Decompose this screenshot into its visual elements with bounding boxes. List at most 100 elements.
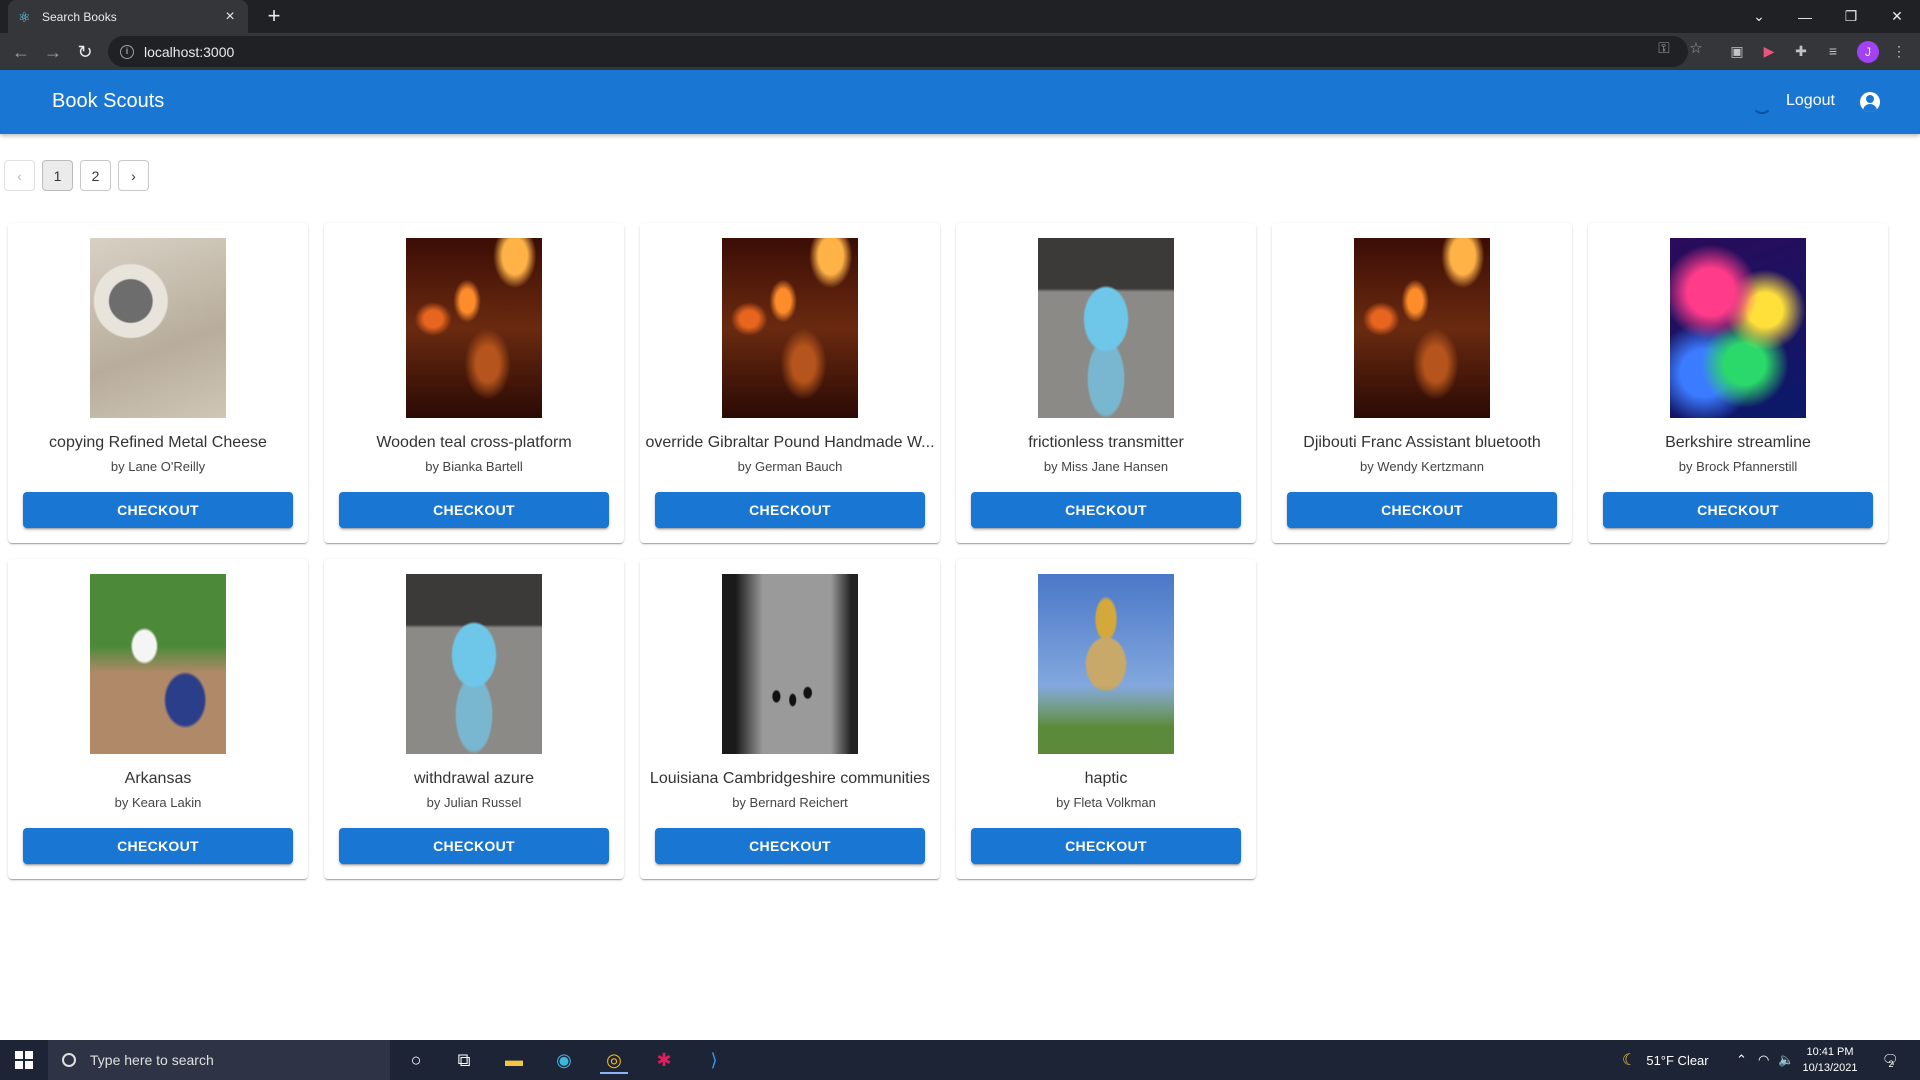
vscode-icon[interactable]: ⟩ [700,1046,728,1074]
book-card: override Gibraltar Pound Handmade W... b… [640,223,940,543]
book-card: Louisiana Cambridgeshire communities by … [640,559,940,879]
book-author: by Fleta Volkman [1056,795,1156,810]
book-title: Wooden teal cross-platform [376,434,572,451]
app-bar: Book Scouts Logout [0,70,1920,134]
volume-icon[interactable]: 🔈 [1778,1040,1794,1080]
url-text: localhost:3000 [144,43,235,60]
windows-logo-icon [15,1051,33,1069]
page-button-1[interactable]: 1 [42,160,73,191]
system-clock[interactable]: 10:41 PM 10/13/2021 [1795,1044,1865,1076]
book-cover [1354,238,1490,418]
tray-chevron-icon[interactable]: ⌃ [1736,1040,1747,1080]
logout-button[interactable]: Logout [1780,90,1841,112]
book-cover [722,238,858,418]
book-cover [1038,574,1174,754]
book-card: Arkansas by Keara Lakin CHECKOUT [8,559,308,879]
puzzle-icon[interactable]: ✚ [1791,41,1811,61]
file-explorer-icon[interactable]: ▬ [500,1046,528,1074]
checkout-button[interactable]: CHECKOUT [23,828,293,864]
start-button[interactable] [0,1040,48,1080]
network-icon[interactable]: ◠ [1758,1040,1769,1080]
checkout-button[interactable]: CHECKOUT [971,492,1241,528]
book-card: withdrawal azure by Julian Russel CHECKO… [324,559,624,879]
book-cover [1038,238,1174,418]
bookmark-star-icon[interactable]: ☆ [1686,39,1706,59]
tab-title: Search Books [42,9,117,24]
reading-list-icon[interactable]: ≡ [1823,41,1843,61]
search-icon [62,1053,76,1067]
notification-icon[interactable]: 🗨 2 [1882,1040,1899,1080]
tab-search-icon[interactable]: ⌄ [1736,0,1782,33]
book-title: override Gibraltar Pound Handmade W... [645,434,935,451]
book-cover [406,574,542,754]
taskbar: Type here to search ○ ⧉ ▬ ◉ ◎ ✱ ⟩ ☾ 51°F… [0,1040,1920,1080]
back-icon[interactable]: ← [10,41,32,63]
book-title: Berkshire streamline [1665,434,1811,451]
forward-icon[interactable]: → [42,41,64,63]
book-grid: copying Refined Metal Cheese by Lane O'R… [8,223,1898,879]
checkout-button[interactable]: CHECKOUT [339,492,609,528]
reload-icon[interactable]: ↻ [74,41,96,63]
clock-date: 10/13/2021 [1802,1062,1858,1074]
book-title: frictionless transmitter [1028,434,1184,451]
book-author: by Keara Lakin [114,795,202,810]
next-page-button[interactable]: › [118,160,149,191]
menu-kebab-icon[interactable]: ⋮ [1889,41,1909,61]
book-title: withdrawal azure [413,770,535,787]
checkout-button[interactable]: CHECKOUT [655,492,925,528]
moon-icon: ☾ [1622,1052,1637,1069]
checkout-button[interactable]: CHECKOUT [23,492,293,528]
new-tab-button[interactable]: + [262,5,286,29]
book-author: by Bianka Bartell [425,459,523,474]
slack-icon[interactable]: ✱ [650,1046,678,1074]
book-card: frictionless transmitter by Miss Jane Ha… [956,223,1256,543]
page-button-2[interactable]: 2 [80,160,111,191]
book-title: Djibouti Franc Assistant bluetooth [1303,434,1541,451]
book-cover [1670,238,1806,418]
book-title: Louisiana Cambridgeshire communities [649,770,931,787]
pagination: ‹ 1 2 › [4,160,149,191]
book-author: by Lane O'Reilly [110,459,206,474]
react-favicon-icon: ⚛ [18,8,31,25]
checkout-button[interactable]: CHECKOUT [339,828,609,864]
close-tab-icon[interactable]: × [222,8,238,25]
book-cover [90,238,226,418]
browser-tab-strip: ⚛ Search Books × + ⌄ — ❐ ✕ [0,0,1920,33]
browser-tab[interactable]: ⚛ Search Books × [8,0,248,33]
book-title: Arkansas [124,770,192,787]
book-cover [722,574,858,754]
checkout-button[interactable]: CHECKOUT [655,828,925,864]
book-title: haptic [1084,770,1128,787]
task-view-icon[interactable]: ⧉ [450,1046,478,1074]
extension-icon[interactable]: ▣ [1727,41,1747,61]
checkout-button[interactable]: CHECKOUT [1603,492,1873,528]
weather-widget[interactable]: ☾ 51°F Clear [1622,1040,1709,1080]
site-info-icon[interactable]: i [120,44,134,59]
checkout-button[interactable]: CHECKOUT [1287,492,1557,528]
book-author: by Wendy Kertzmann [1359,459,1485,474]
book-author: by Julian Russel [426,795,522,810]
key-icon[interactable]: ⚿ [1654,39,1674,59]
book-author: by German Bauch [737,459,843,474]
taskbar-search-box[interactable]: Type here to search [48,1040,390,1080]
book-card: Wooden teal cross-platform by Bianka Bar… [324,223,624,543]
minimize-button[interactable]: — [1782,0,1828,33]
account-circle-icon[interactable] [1860,92,1880,112]
profile-avatar[interactable]: J [1857,41,1879,63]
checkout-button[interactable]: CHECKOUT [971,828,1241,864]
address-bar[interactable]: i localhost:3000 [108,36,1688,67]
close-window-button[interactable]: ✕ [1874,0,1920,33]
book-card: copying Refined Metal Cheese by Lane O'R… [8,223,308,543]
chrome-icon[interactable]: ◎ [600,1046,628,1074]
book-cover [406,238,542,418]
book-card: haptic by Fleta Volkman CHECKOUT [956,559,1256,879]
book-author: by Brock Pfannerstill [1678,459,1798,474]
edge-icon[interactable]: ◉ [550,1046,578,1074]
weather-text: 51°F Clear [1646,1052,1709,1068]
prev-page-button[interactable]: ‹ [4,160,35,191]
cortana-icon[interactable]: ○ [402,1046,430,1074]
book-cover [90,574,226,754]
video-extension-icon[interactable]: ▶ [1759,41,1779,61]
restore-button[interactable]: ❐ [1828,0,1874,33]
book-author: by Bernard Reichert [732,795,848,810]
